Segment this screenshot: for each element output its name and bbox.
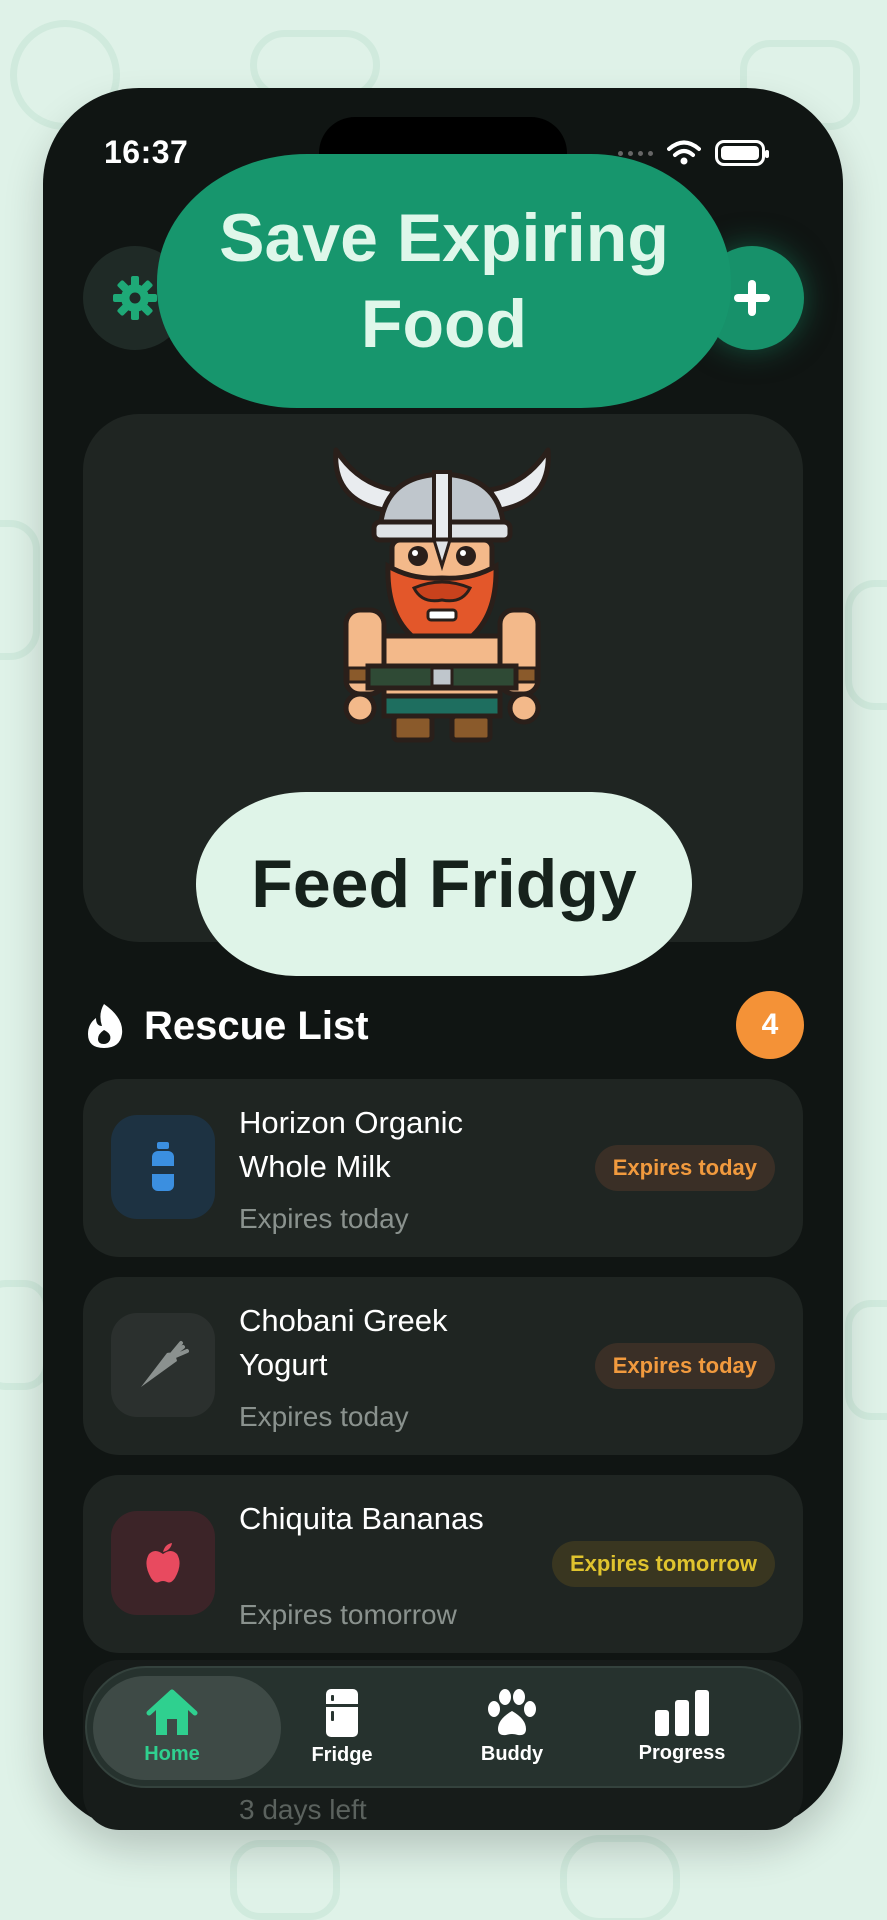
background-doodle <box>845 580 887 710</box>
carrot-icon <box>141 1341 189 1387</box>
tab-label: Progress <box>638 1741 726 1764</box>
background-doodle <box>845 1300 887 1420</box>
fridge-icon <box>326 1688 358 1737</box>
tab-home[interactable]: Home <box>87 1668 257 1786</box>
rescue-item[interactable]: Chobani Greek Yogurt Expires today Expir… <box>83 1277 803 1455</box>
bottom-tab-bar: Home Fridge Buddy Progress <box>85 1666 801 1788</box>
tab-label: Buddy <box>480 1742 544 1765</box>
apple-icon <box>146 1543 180 1583</box>
page-title: Save Expiring Food <box>219 200 669 362</box>
status-time: 16:37 <box>104 134 189 170</box>
wifi-icon <box>667 140 701 165</box>
item-subtitle: 3 days left <box>239 1794 367 1825</box>
item-name: Chiquita Bananas <box>239 1501 484 1536</box>
rescue-item[interactable]: Chiquita Bananas Expires tomorrow Expire… <box>83 1475 803 1653</box>
battery-icon <box>715 140 769 166</box>
item-icon-tile <box>111 1115 215 1219</box>
item-icon-tile <box>111 1313 215 1417</box>
rescue-count-badge: 4 <box>736 991 804 1059</box>
item-subtitle: Expires today <box>239 1203 409 1234</box>
item-name: Chobani Greek Yogurt <box>239 1303 448 1382</box>
milk-bottle-icon <box>152 1142 174 1191</box>
plus-icon <box>734 280 770 316</box>
tab-fridge[interactable]: Fridge <box>257 1668 427 1786</box>
expiry-tag: Expires tomorrow <box>551 1541 775 1587</box>
gear-icon <box>113 276 157 320</box>
house-icon <box>146 1689 198 1735</box>
item-subtitle: Expires tomorrow <box>239 1599 457 1630</box>
expiry-tag: Expires today <box>594 1145 775 1191</box>
title-banner: Save Expiring Food <box>157 154 731 408</box>
item-subtitle: Expires today <box>239 1401 409 1432</box>
tab-buddy[interactable]: Buddy <box>427 1668 597 1786</box>
feed-fridgy-button[interactable]: Feed Fridgy <box>196 792 692 976</box>
rescue-item[interactable]: Horizon Organic Whole Milk Expires today… <box>83 1079 803 1257</box>
tab-progress[interactable]: Progress <box>597 1668 767 1786</box>
feed-fridgy-label: Feed Fridgy <box>251 846 637 922</box>
viking-mascot <box>333 447 551 743</box>
item-name: Horizon Organic Whole Milk <box>239 1105 463 1184</box>
signal-icon <box>618 150 653 156</box>
background-doodle <box>560 1835 680 1920</box>
background-doodle <box>230 1840 340 1920</box>
tab-label: Home <box>144 1742 200 1765</box>
paw-icon <box>488 1688 536 1735</box>
rescue-list-title: Rescue List <box>144 1003 369 1048</box>
flame-icon <box>88 1004 123 1048</box>
background-doodle <box>0 520 40 660</box>
tab-label: Fridge <box>311 1743 373 1766</box>
expiry-tag: Expires today <box>594 1343 775 1389</box>
bar-chart-icon <box>655 1689 709 1736</box>
rescue-list-header: Rescue List <box>84 1002 369 1050</box>
item-icon-tile <box>111 1511 215 1615</box>
